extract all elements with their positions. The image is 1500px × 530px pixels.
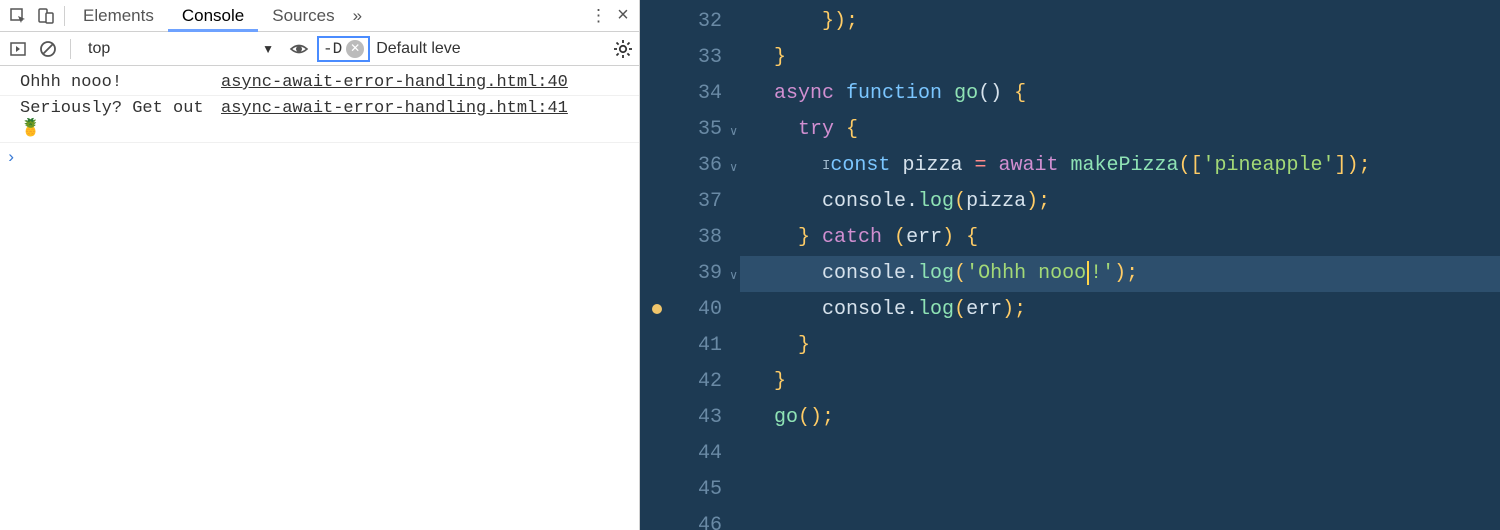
code-line[interactable]: } catch (err) {	[740, 220, 1500, 256]
code-line[interactable]: try {	[740, 112, 1500, 148]
line-number-gutter[interactable]: 323334353637383940414243444546	[640, 0, 740, 530]
code-line[interactable]: console.log('Ohhh nooo!');	[740, 256, 1500, 292]
line-number[interactable]: 40	[640, 292, 740, 328]
eye-icon[interactable]	[287, 40, 311, 58]
tab-elements[interactable]: Elements	[69, 0, 168, 32]
gear-icon[interactable]	[613, 39, 633, 59]
code-line[interactable]: }	[740, 328, 1500, 364]
line-number[interactable]: 34	[640, 76, 740, 112]
line-number[interactable]: 39	[640, 256, 740, 292]
context-value: top	[88, 40, 110, 58]
line-number[interactable]: 36	[640, 148, 740, 184]
log-row: Ohhh nooo! async-await-error-handling.ht…	[0, 70, 639, 96]
log-source-link[interactable]: async-await-error-handling.html:40	[221, 73, 568, 92]
clear-filter-icon[interactable]: ✕	[346, 40, 364, 58]
tab-sources[interactable]: Sources	[258, 0, 348, 32]
line-number[interactable]: 38	[640, 220, 740, 256]
console-toolbar: top ▼ -D ✕ Default leve	[0, 32, 639, 66]
code-line[interactable]: go();	[740, 400, 1500, 436]
code-line[interactable]: console.log(pizza);	[740, 184, 1500, 220]
breakpoint-icon[interactable]	[652, 304, 662, 314]
inspect-icon[interactable]	[4, 7, 32, 25]
tab-console[interactable]: Console	[168, 0, 258, 32]
code-line[interactable]: console.log(err);	[740, 292, 1500, 328]
line-number[interactable]: 32	[640, 4, 740, 40]
line-number[interactable]: 43	[640, 400, 740, 436]
line-number[interactable]: 33	[640, 40, 740, 76]
divider	[64, 6, 65, 26]
log-source-link[interactable]: async-await-error-handling.html:41	[221, 99, 568, 139]
code-line[interactable]: }	[740, 40, 1500, 76]
text-caret	[1087, 261, 1089, 285]
filter-value: -D	[323, 40, 342, 58]
close-icon[interactable]: ×	[611, 4, 635, 27]
code-area[interactable]: }); } async function go() { try { Iconst…	[740, 0, 1500, 530]
clear-console-icon[interactable]	[36, 40, 60, 58]
line-number[interactable]: 41	[640, 328, 740, 364]
console-log-area[interactable]: Ohhh nooo! async-await-error-handling.ht…	[0, 66, 639, 530]
line-number[interactable]: 44	[640, 436, 740, 472]
code-editor[interactable]: 323334353637383940414243444546 }); } asy…	[640, 0, 1500, 530]
log-levels-select[interactable]: Default leve	[376, 40, 476, 58]
tabs-overflow[interactable]: »	[353, 6, 362, 26]
devtools-tabbar: Elements Console Sources » ⋮ ×	[0, 0, 639, 32]
log-row: Seriously? Get out 🍍 async-await-error-h…	[0, 96, 639, 143]
kebab-menu-icon[interactable]: ⋮	[587, 6, 611, 26]
line-number[interactable]: 46	[640, 508, 740, 530]
line-number[interactable]: 35	[640, 112, 740, 148]
log-message: Seriously? Get out 🍍	[20, 99, 215, 139]
code-line[interactable]: }	[740, 364, 1500, 400]
line-number[interactable]: 42	[640, 364, 740, 400]
chevron-down-icon: ▼	[262, 42, 274, 56]
code-line[interactable]: Iconst pizza = await makePizza(['pineapp…	[740, 148, 1500, 184]
code-line[interactable]: async function go() {	[740, 76, 1500, 112]
line-number[interactable]: 37	[640, 184, 740, 220]
code-line[interactable]: });	[740, 4, 1500, 40]
devtools-panel: Elements Console Sources » ⋮ × top ▼ -D …	[0, 0, 640, 530]
device-toggle-icon[interactable]	[32, 7, 60, 25]
filter-input[interactable]: -D ✕	[317, 36, 370, 62]
context-select[interactable]: top ▼	[81, 37, 281, 61]
log-message: Ohhh nooo!	[20, 73, 215, 92]
console-prompt[interactable]: ›	[0, 143, 639, 174]
sidebar-toggle-icon[interactable]	[6, 40, 30, 58]
line-number[interactable]: 45	[640, 472, 740, 508]
divider	[70, 39, 71, 59]
